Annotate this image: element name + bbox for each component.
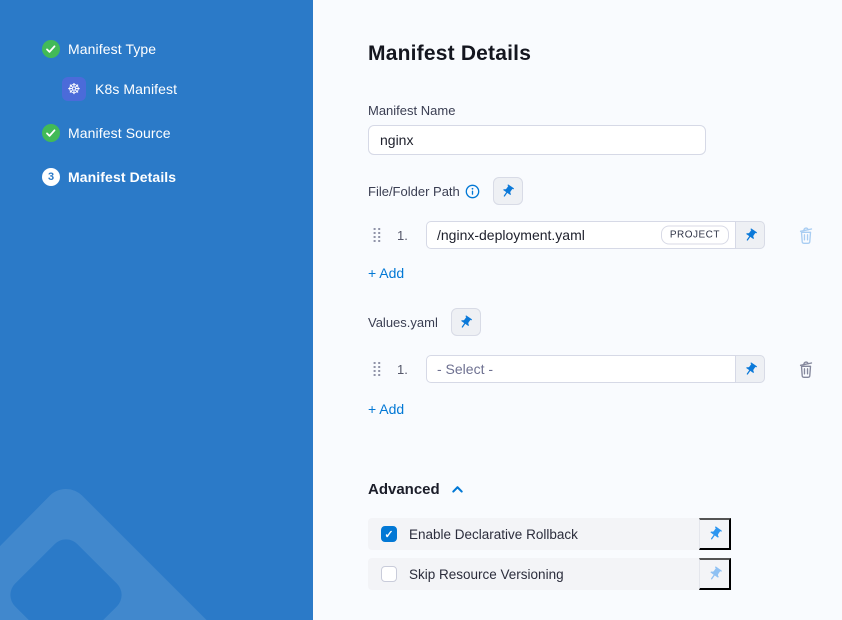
step-label: Manifest Source <box>68 125 171 141</box>
sidebar-step-k8s-manifest[interactable]: ☸ K8s Manifest <box>62 77 313 101</box>
kubernetes-icon: ☸ <box>62 77 86 101</box>
runtime-input-pin-button[interactable] <box>493 177 523 205</box>
values-file-select[interactable] <box>426 355 736 383</box>
pin-icon <box>500 184 515 199</box>
advanced-section-toggle[interactable]: Advanced <box>368 481 842 498</box>
manifest-details-panel: Manifest Details Manifest Name File/Fold… <box>313 0 842 620</box>
pin-icon <box>707 526 723 542</box>
skip-resource-versioning-checkbox[interactable] <box>381 566 397 582</box>
option-row-skip-resource-versioning: ✓ Skip Resource Versioning <box>368 558 731 590</box>
step-label: Manifest Type <box>68 41 156 57</box>
delete-row-button[interactable] <box>797 359 815 379</box>
add-file-path-button[interactable]: + Add <box>368 265 404 281</box>
runtime-input-pin-button[interactable] <box>735 221 765 249</box>
pin-icon <box>707 566 723 582</box>
file-folder-path-label: File/Folder Path <box>368 184 460 199</box>
check-circle-icon <box>42 40 60 58</box>
runtime-input-pin-button[interactable] <box>451 308 481 336</box>
trash-icon <box>797 225 815 245</box>
pin-icon <box>743 362 758 377</box>
runtime-input-pin-button[interactable] <box>699 518 731 550</box>
row-index: 1. <box>397 362 415 377</box>
pin-icon <box>743 228 758 243</box>
step-label: Manifest Details <box>68 169 176 185</box>
pin-icon <box>458 315 473 330</box>
runtime-input-pin-button[interactable] <box>699 558 731 590</box>
advanced-title: Advanced <box>368 481 440 498</box>
option-row-declarative-rollback: ✓ Enable Declarative Rollback <box>368 518 731 550</box>
harness-logo-watermark <box>0 360 313 620</box>
delete-row-button[interactable] <box>797 225 815 245</box>
drag-handle-icon[interactable] <box>373 361 381 377</box>
option-label: Enable Declarative Rollback <box>409 527 699 542</box>
step-label: K8s Manifest <box>95 81 177 97</box>
scope-badge: PROJECT <box>661 226 729 245</box>
values-file-row: 1. <box>368 355 842 383</box>
enable-declarative-rollback-checkbox[interactable] <box>381 526 397 542</box>
option-label: Skip Resource Versioning <box>409 567 699 582</box>
trash-icon <box>797 359 815 379</box>
step-number-badge: 3 <box>42 168 60 186</box>
page-title: Manifest Details <box>368 42 842 66</box>
chevron-up-icon <box>450 482 465 497</box>
add-values-file-button[interactable]: + Add <box>368 401 404 417</box>
sidebar-step-manifest-type[interactable]: Manifest Type <box>42 40 313 58</box>
sidebar-step-manifest-source[interactable]: Manifest Source <box>42 124 313 142</box>
row-index: 1. <box>397 228 415 243</box>
runtime-input-pin-button[interactable] <box>735 355 765 383</box>
wizard-sidebar: Manifest Type ☸ K8s Manifest Manifest So… <box>0 0 313 620</box>
file-path-row: 1. PROJECT <box>368 221 842 249</box>
info-icon[interactable] <box>465 184 480 199</box>
sidebar-step-manifest-details[interactable]: 3 Manifest Details <box>42 168 313 186</box>
manifest-name-input[interactable] <box>368 125 706 155</box>
drag-handle-icon[interactable] <box>373 227 381 243</box>
manifest-name-label: Manifest Name <box>368 103 842 118</box>
values-yaml-label: Values.yaml <box>368 315 438 330</box>
check-circle-icon <box>42 124 60 142</box>
